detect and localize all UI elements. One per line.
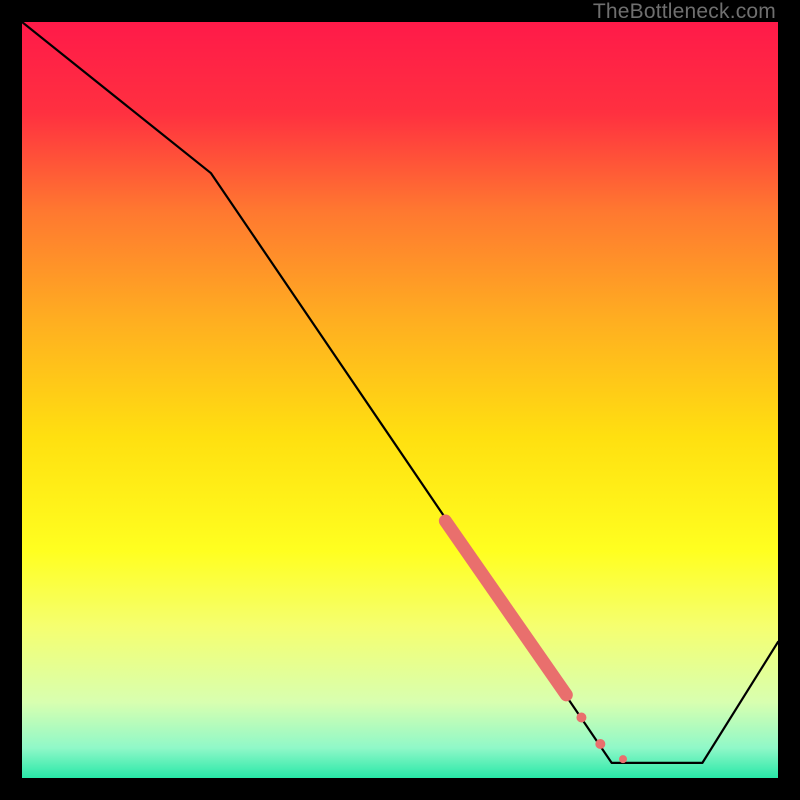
watermark-text: TheBottleneck.com bbox=[593, 0, 776, 24]
data-marker bbox=[559, 687, 567, 695]
gradient-background bbox=[22, 22, 778, 778]
bottleneck-chart bbox=[22, 22, 778, 778]
data-marker bbox=[576, 713, 586, 723]
plot-frame bbox=[22, 22, 778, 778]
data-marker bbox=[619, 755, 627, 763]
data-marker bbox=[595, 739, 605, 749]
